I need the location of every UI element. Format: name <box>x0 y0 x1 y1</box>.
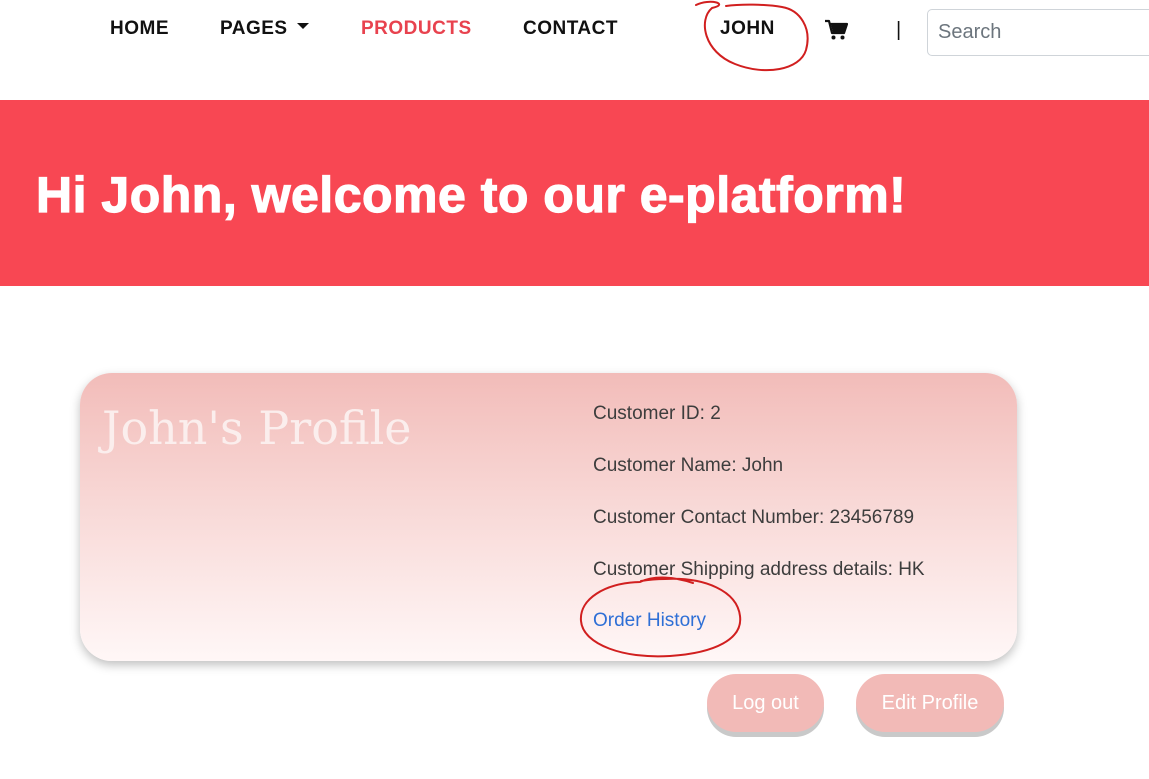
customer-contact-number: Customer Contact Number: 23456789 <box>593 507 915 528</box>
profile-card: John's Profile Customer ID: 2 Customer N… <box>80 373 1017 661</box>
search-input[interactable] <box>927 9 1149 56</box>
caret-down-icon <box>296 22 309 29</box>
top-navbar: HOME PAGES PRODUCTS CONTACT JOHN | <box>0 0 1149 100</box>
customer-id: Customer ID: 2 <box>593 403 721 424</box>
nav-divider: | <box>896 19 902 41</box>
edit-profile-button[interactable]: Edit Profile <box>856 674 1004 732</box>
logout-button[interactable]: Log out <box>707 674 824 732</box>
customer-shipping-address: Customer Shipping address details: HK <box>593 559 925 580</box>
nav-products-link[interactable]: PRODUCTS <box>361 18 472 40</box>
nav-pages-label: PAGES <box>220 18 288 39</box>
nav-pages-dropdown[interactable]: PAGES <box>220 18 309 40</box>
customer-name: Customer Name: John <box>593 455 784 476</box>
nav-user-link[interactable]: JOHN <box>720 18 775 40</box>
hero-banner: Hi John, welcome to our e-platform! <box>0 100 1149 286</box>
shopping-cart-icon[interactable] <box>824 19 848 41</box>
profile-title: John's Profile <box>102 401 412 455</box>
hero-title: Hi John, welcome to our e-platform! <box>35 166 907 223</box>
nav-contact-link[interactable]: CONTACT <box>523 18 618 40</box>
order-history-link[interactable]: Order History <box>593 610 706 632</box>
nav-home-link[interactable]: HOME <box>110 18 169 40</box>
